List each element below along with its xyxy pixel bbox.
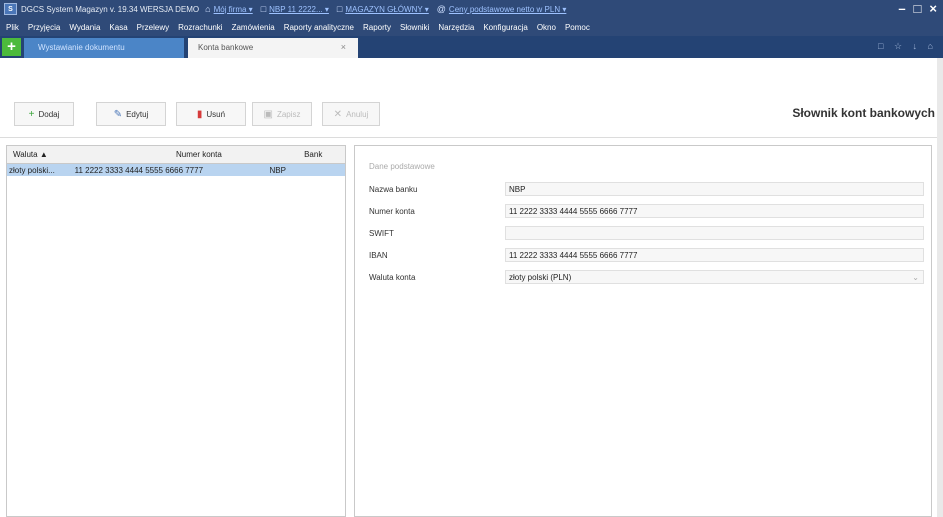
currency-row: Waluta konta złoty polski (PLN) ⌄: [369, 270, 924, 284]
iban-row: IBAN 11 2222 3333 4444 5555 6666 7777: [369, 248, 924, 262]
swift-row: SWIFT: [369, 226, 924, 240]
menu-analytic-reports[interactable]: Raporty analityczne: [284, 23, 354, 32]
page-title: Słownik kont bankowych: [792, 106, 935, 120]
account-number-row: Numer konta 11 2222 3333 4444 5555 6666 …: [369, 204, 924, 218]
cell-account-number: 11 2222 3333 4444 5555 6666 7777: [74, 165, 204, 175]
cell-currency: złoty polski...: [9, 165, 55, 175]
warehouse-link[interactable]: MAGAZYN GŁÓWNY ▾: [345, 5, 428, 14]
account-details-form: Dane podstawowe Nazwa banku NBP Numer ko…: [354, 145, 932, 517]
edit-icon: ✎: [113, 108, 123, 120]
chevron-down-icon: ⌄: [912, 273, 919, 282]
menu-issues[interactable]: Wydania: [69, 23, 100, 32]
add-button[interactable]: + Dodaj: [14, 102, 74, 126]
edit-button[interactable]: ✎ Edytuj: [96, 102, 166, 126]
tab-label: Konta bankowe: [198, 43, 254, 52]
app-logo: S: [4, 3, 17, 15]
currency-label: Waluta konta: [369, 272, 416, 282]
bank-account-link[interactable]: NBP 11 2222... ▾: [269, 5, 329, 14]
app-title: DGCS System Magazyn v. 19.34 WERSJA DEMO: [21, 4, 200, 14]
menu-help[interactable]: Pomoc: [565, 23, 590, 32]
swift-label: SWIFT: [369, 228, 394, 238]
menu-reports[interactable]: Raporty: [363, 23, 391, 32]
menu-configuration[interactable]: Konfiguracja: [483, 23, 527, 32]
account-number-field[interactable]: 11 2222 3333 4444 5555 6666 7777: [505, 204, 924, 218]
company-icon: ⌂: [205, 4, 211, 14]
vertical-scrollbar[interactable]: [937, 58, 943, 517]
currency-select[interactable]: złoty polski (PLN) ⌄: [505, 270, 924, 284]
cell-bank: NBP: [269, 165, 286, 175]
close-tab-icon[interactable]: ×: [341, 42, 346, 52]
column-currency[interactable]: Waluta ▲: [7, 150, 116, 159]
close-button[interactable]: ×: [929, 1, 937, 17]
bank-name-label: Nazwa banku: [369, 184, 418, 194]
delete-button[interactable]: ▮ Usuń: [176, 102, 246, 126]
list-header: Waluta ▲ Numer konta Bank: [7, 146, 345, 164]
menu-settlements[interactable]: Rozrachunki: [178, 23, 222, 32]
tab-document-issue[interactable]: Wystawianie dokumentu: [24, 38, 184, 58]
tab-bank-accounts[interactable]: Konta bankowe ×: [188, 38, 358, 58]
menu-file[interactable]: Plik: [6, 23, 19, 32]
section-title: Dane podstawowe: [369, 162, 435, 171]
save-button[interactable]: ▣ Zapisz: [252, 102, 312, 126]
add-tab-button[interactable]: +: [2, 38, 21, 56]
save-icon: ▣: [263, 108, 273, 120]
menu-orders[interactable]: Zamówienia: [232, 23, 275, 32]
column-account-number[interactable]: Numer konta: [116, 150, 275, 159]
menu-tools[interactable]: Narzędzia: [438, 23, 474, 32]
iban-label: IBAN: [369, 250, 388, 260]
bank-account-icon: □: [260, 4, 267, 14]
currency-select-value: złoty polski (PLN): [509, 273, 572, 282]
tab-bar: + Wystawianie dokumentu Konta bankowe × …: [0, 36, 943, 58]
minimize-button[interactable]: –: [898, 1, 905, 17]
menu-dictionaries[interactable]: Słowniki: [400, 23, 429, 32]
swift-field[interactable]: [505, 226, 924, 240]
company-link[interactable]: Mój firma ▾: [214, 5, 253, 14]
cancel-button[interactable]: ✕ Anuluj: [322, 102, 380, 126]
tab-bar-icons[interactable]: □ ☆ ↓ ⌂: [878, 41, 937, 52]
toolbar: + Dodaj ✎ Edytuj ▮ Usuń ▣ Zapisz ✕ Anulu…: [0, 58, 943, 138]
cancel-icon: ✕: [333, 108, 343, 120]
title-bar: S DGCS System Magazyn v. 19.34 WERSJA DE…: [0, 0, 943, 18]
window-controls: – □ ×: [898, 1, 937, 17]
table-row[interactable]: złoty polski... 11 2222 3333 4444 5555 6…: [7, 164, 345, 176]
iban-field[interactable]: 11 2222 3333 4444 5555 6666 7777: [505, 248, 924, 262]
trash-icon: ▮: [196, 108, 203, 120]
column-bank[interactable]: Bank: [275, 150, 345, 159]
bank-name-row: Nazwa banku NBP: [369, 182, 924, 196]
prices-icon: @: [436, 4, 446, 14]
maximize-button[interactable]: □: [914, 1, 922, 17]
warehouse-icon: □: [336, 4, 343, 14]
menu-transfers[interactable]: Przelewy: [137, 23, 169, 32]
account-number-label: Numer konta: [369, 206, 415, 216]
menu-bar: Plik Przyjęcia Wydania Kasa Przelewy Roz…: [0, 18, 943, 36]
bank-name-field[interactable]: NBP: [505, 182, 924, 196]
menu-cash[interactable]: Kasa: [109, 23, 127, 32]
bank-accounts-list: Waluta ▲ Numer konta Bank złoty polski..…: [6, 145, 346, 517]
plus-icon: +: [28, 108, 35, 120]
menu-window[interactable]: Okno: [537, 23, 556, 32]
menu-receipts[interactable]: Przyjęcia: [28, 23, 60, 32]
prices-link[interactable]: Ceny podstawowe netto w PLN ▾: [449, 5, 566, 14]
